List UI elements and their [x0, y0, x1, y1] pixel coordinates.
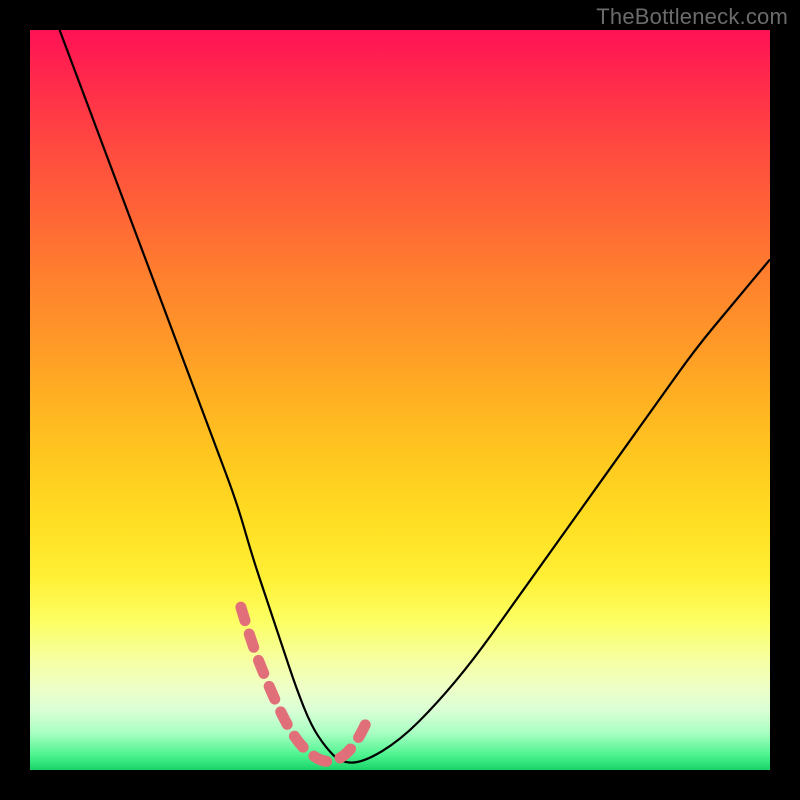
- valley-dashed-highlight: [241, 607, 371, 761]
- curve-svg: [30, 30, 770, 770]
- watermark-text: TheBottleneck.com: [596, 4, 788, 30]
- gradient-plot-area: [30, 30, 770, 770]
- bottleneck-curve: [60, 30, 770, 763]
- chart-frame: TheBottleneck.com: [0, 0, 800, 800]
